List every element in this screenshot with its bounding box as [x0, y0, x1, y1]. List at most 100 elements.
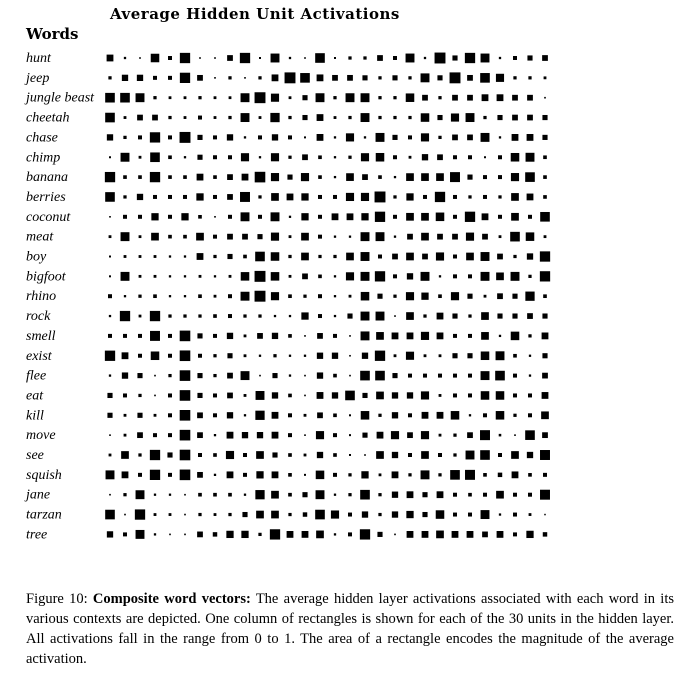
activation-square: [377, 531, 383, 537]
activation-square: [360, 331, 370, 341]
activation-square: [258, 195, 262, 199]
activation-square: [256, 510, 264, 519]
activation-square: [378, 96, 382, 100]
activation-square: [151, 213, 159, 221]
activation-square: [302, 492, 308, 498]
activation-square: [198, 214, 202, 219]
activation-square: [168, 353, 172, 358]
word-label: eat: [26, 388, 44, 403]
activation-square: [393, 354, 397, 358]
activation-square: [394, 533, 396, 536]
activation-square: [405, 351, 415, 360]
activation-square: [362, 432, 368, 438]
activation-square: [480, 252, 490, 261]
activation-square: [438, 373, 442, 378]
activation-square: [333, 373, 337, 378]
word-row: tree: [26, 527, 548, 542]
activation-square: [226, 412, 234, 419]
activation-square: [347, 313, 353, 319]
activation-square: [467, 134, 473, 141]
word-label: chase: [26, 130, 58, 145]
activation-square: [121, 372, 129, 379]
activation-square: [152, 114, 158, 121]
activation-square: [438, 96, 442, 100]
activation-square: [317, 412, 323, 419]
word-row: cheetah: [26, 111, 548, 126]
activation-square: [168, 472, 172, 477]
activation-square: [108, 333, 112, 338]
activation-square: [360, 291, 370, 301]
activation-square: [348, 532, 352, 537]
activation-square: [480, 510, 490, 520]
activation-square: [393, 155, 397, 160]
word-row: tarzan: [26, 508, 546, 523]
activation-square: [421, 232, 429, 241]
activation-square: [527, 114, 533, 121]
activation-square: [452, 55, 458, 61]
activation-square: [528, 492, 532, 497]
activation-square: [453, 453, 457, 457]
hinton-diagram: hunt jeep jungle beast cheetah chase chimp ban…: [24, 51, 551, 542]
activation-square: [150, 330, 160, 341]
activation-square: [213, 275, 217, 278]
activation-square: [345, 93, 355, 103]
activation-square: [526, 134, 534, 141]
figure-caption: Figure 10: Composite word vectors: The a…: [26, 589, 674, 669]
activation-square: [420, 73, 430, 83]
activation-square: [106, 54, 114, 62]
activation-square: [153, 533, 157, 536]
activation-square: [511, 451, 519, 459]
activation-square: [258, 156, 262, 159]
activation-square: [513, 56, 517, 60]
activation-square: [333, 116, 337, 119]
activation-square: [512, 94, 518, 101]
activation-square: [258, 76, 262, 80]
activation-square: [138, 235, 142, 239]
activation-square: [244, 77, 246, 79]
activation-square: [316, 134, 324, 141]
activation-square: [483, 294, 487, 298]
activation-square: [271, 431, 279, 439]
activation-square: [153, 294, 157, 299]
activation-square: [198, 314, 202, 318]
activation-square: [449, 72, 461, 84]
activation-square: [542, 313, 548, 319]
activation-square: [450, 292, 460, 301]
activation-square: [528, 413, 532, 418]
activation-square: [258, 532, 262, 537]
activation-square: [304, 136, 306, 139]
activation-square: [271, 392, 279, 399]
activation-square: [423, 373, 427, 378]
activation-square: [360, 113, 370, 123]
activation-square: [123, 333, 127, 338]
activation-square: [406, 212, 414, 221]
activation-square: [228, 96, 232, 100]
activation-square: [333, 413, 337, 418]
activation-square: [528, 513, 532, 516]
activation-square: [525, 152, 535, 162]
activation-square: [256, 432, 264, 439]
activation-square: [333, 254, 337, 259]
activation-square: [346, 213, 354, 221]
activation-square: [168, 393, 172, 398]
activation-square: [345, 390, 355, 401]
activation-square: [360, 271, 370, 281]
activation-square: [420, 331, 430, 340]
activation-square: [304, 57, 306, 59]
activation-square: [481, 213, 489, 221]
word-row: squish: [26, 468, 547, 483]
activation-square: [303, 354, 307, 357]
activation-square: [153, 274, 157, 278]
word-row: jane: [24, 488, 550, 503]
activation-square: [526, 451, 534, 459]
activation-square: [453, 274, 457, 279]
activation-square: [254, 270, 266, 282]
activation-square: [393, 214, 397, 219]
activation-square: [421, 411, 429, 419]
activation-square: [197, 74, 203, 81]
activation-square: [464, 211, 476, 222]
activation-square: [154, 374, 156, 377]
activation-square: [183, 96, 187, 100]
activation-square: [360, 311, 370, 321]
activation-square: [225, 450, 235, 460]
